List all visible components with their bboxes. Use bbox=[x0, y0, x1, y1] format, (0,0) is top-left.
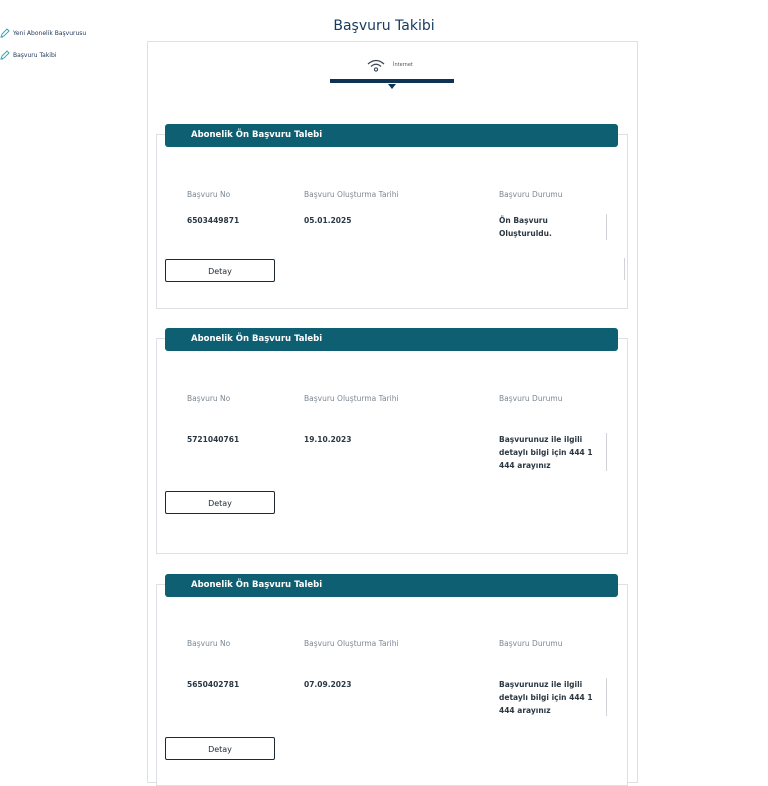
application-date-value: 07.09.2023 bbox=[304, 680, 352, 689]
application-date-label: Başvuru Oluşturma Tarihi bbox=[304, 394, 399, 403]
sidebar-item-label: Başvuru Takibi bbox=[13, 51, 57, 59]
tab-bar: İnternet bbox=[330, 54, 454, 94]
caret-down-icon bbox=[388, 84, 396, 89]
application-date-label: Başvuru Oluşturma Tarihi bbox=[304, 190, 399, 199]
application-no-label: Başvuru No bbox=[187, 190, 231, 199]
application-status-value: Ön Başvuru Oluşturuldu. bbox=[499, 216, 552, 238]
detail-button[interactable]: Detay bbox=[165, 491, 275, 514]
application-status-label: Başvuru Durumu bbox=[499, 190, 563, 199]
status-divider bbox=[606, 433, 607, 471]
active-tab-indicator bbox=[330, 79, 454, 83]
detail-button[interactable]: Detay bbox=[165, 737, 275, 760]
status-divider bbox=[606, 678, 607, 716]
tab-internet[interactable]: İnternet bbox=[366, 58, 413, 72]
tab-label: İnternet bbox=[393, 62, 413, 68]
detail-button[interactable]: Detay bbox=[165, 259, 275, 282]
application-date-value: 05.01.2025 bbox=[304, 216, 352, 225]
card-divider bbox=[624, 258, 625, 280]
wifi-icon bbox=[366, 58, 386, 72]
application-date-label: Başvuru Oluşturma Tarihi bbox=[304, 639, 399, 648]
status-divider bbox=[606, 214, 607, 240]
application-no-label: Başvuru No bbox=[187, 394, 231, 403]
card-header: Abonelik Ön Başvuru Talebi bbox=[165, 574, 618, 597]
application-status-value: Başvurunuz ile ilgili detaylı bilgi için… bbox=[499, 435, 593, 470]
page-title: Başvuru Takibi bbox=[333, 18, 435, 34]
application-no-value: 6503449871 bbox=[187, 216, 240, 225]
application-no-value: 5650402781 bbox=[187, 680, 240, 689]
application-status-value: Başvurunuz ile ilgili detaylı bilgi için… bbox=[499, 680, 593, 715]
card-header: Abonelik Ön Başvuru Talebi bbox=[165, 124, 618, 147]
sidebar-item-application-tracking[interactable]: Başvuru Takibi bbox=[0, 44, 140, 66]
application-date-value: 19.10.2023 bbox=[304, 435, 352, 444]
application-no-label: Başvuru No bbox=[187, 639, 231, 648]
application-status-label: Başvuru Durumu bbox=[499, 394, 563, 403]
application-no-value: 5721040761 bbox=[187, 435, 240, 444]
main-panel: İnternet Abonelik Ön Başvuru Talebi Başv… bbox=[147, 41, 638, 786]
application-status-label: Başvuru Durumu bbox=[499, 639, 563, 648]
card-header: Abonelik Ön Başvuru Talebi bbox=[165, 328, 618, 351]
pencil-icon bbox=[0, 50, 10, 60]
